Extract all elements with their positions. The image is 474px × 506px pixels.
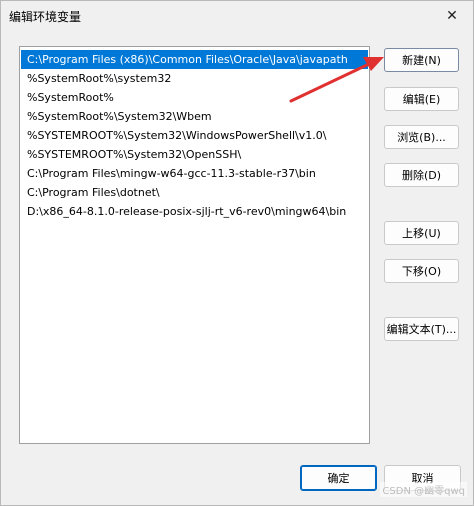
path-list-item[interactable]: %SYSTEMROOT%\System32\WindowsPowerShell\… [21,126,368,145]
close-button[interactable]: ✕ [431,1,473,31]
ok-button[interactable]: 确定 [300,465,377,491]
path-list-item[interactable]: D:\x86_64-8.1.0-release-posix-sjlj-rt_v6… [21,202,368,221]
path-list-item[interactable]: %SYSTEMROOT%\System32\OpenSSH\ [21,145,368,164]
watermark: CSDN @幽零qwq [380,482,467,497]
path-listbox[interactable]: C:\Program Files (x86)\Common Files\Orac… [19,46,370,444]
edit-button[interactable]: 编辑(E) [384,87,459,111]
path-list-item[interactable]: %SystemRoot%\System32\Wbem [21,107,368,126]
title-bar: 编辑环境变量 ✕ [1,1,473,31]
browse-button[interactable]: 浏览(B)... [384,125,459,149]
move-up-button[interactable]: 上移(U) [384,221,459,245]
window-title: 编辑环境变量 [9,10,82,24]
path-list-item[interactable]: C:\Program Files (x86)\Common Files\Orac… [21,50,368,69]
close-icon: ✕ [446,8,458,24]
path-list-item[interactable]: C:\Program Files\mingw-w64-gcc-11.3-stab… [21,164,368,183]
edit-text-button[interactable]: 编辑文本(T)... [384,317,459,341]
move-down-button[interactable]: 下移(O) [384,259,459,283]
edit-env-variable-dialog: 编辑环境变量 ✕ C:\Program Files (x86)\Common F… [0,0,474,506]
delete-button[interactable]: 删除(D) [384,163,459,187]
path-list-item[interactable]: %SystemRoot%\system32 [21,69,368,88]
path-list-item[interactable]: C:\Program Files\dotnet\ [21,183,368,202]
path-list-item[interactable]: %SystemRoot% [21,88,368,107]
new-button[interactable]: 新建(N) [384,48,459,72]
